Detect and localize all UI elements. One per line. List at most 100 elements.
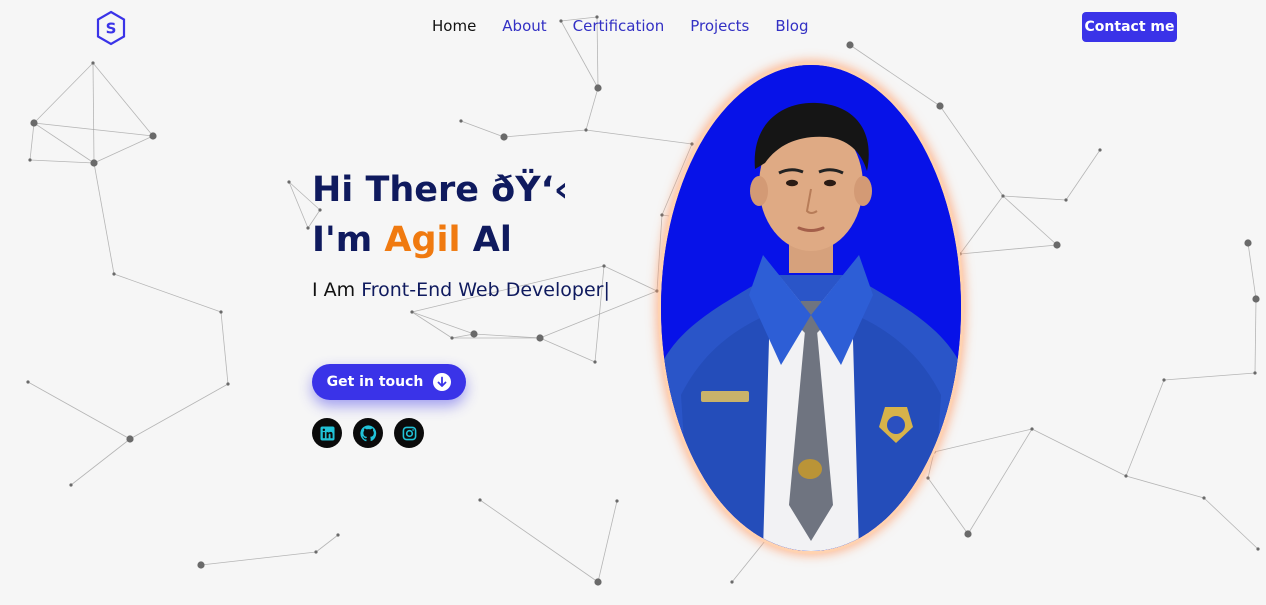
hero-subtitle-prefix: I Am [312,279,362,301]
network-node [1252,295,1260,303]
hero-text: Hi There ðŸ‘‹ I'm Agil Al I Am Front-End… [312,165,610,301]
linkedin-link[interactable] [312,418,342,448]
network-link [460,120,505,138]
network-link [92,62,95,164]
get-in-touch-button[interactable]: Get in touch [312,364,466,400]
network-link [92,62,154,137]
hero-name: I'm Agil Al [312,215,610,265]
network-node [926,476,930,480]
nav-item-projects[interactable]: Projects [690,17,749,35]
network-link [113,273,222,313]
network-link [220,311,229,385]
network-link [539,337,596,363]
network-node [1202,496,1206,500]
instagram-icon [402,426,416,440]
network-node [1256,547,1260,551]
network-link [479,499,599,583]
network-link [27,381,131,440]
network-link [1254,298,1257,374]
network-node [91,61,95,65]
network-link [1125,379,1165,477]
network-link [315,534,339,553]
nav-item-certification[interactable]: Certification [573,17,665,35]
nav-item-blog[interactable]: Blog [775,17,808,35]
hero-greeting: Hi There ðŸ‘‹ [312,170,569,210]
particle-network-background [26,15,1260,586]
network-node [584,128,588,132]
network-node [30,119,38,127]
contact-me-button[interactable]: Contact me [1082,12,1177,42]
network-link [1125,475,1205,499]
network-link [585,129,693,145]
network-link [411,311,475,335]
network-link [603,265,658,292]
network-node [90,159,98,167]
network-node [1162,378,1166,382]
network-link [70,438,131,486]
person-illustration [661,65,961,551]
network-node [964,530,972,538]
hero-subtitle: I Am Front-End Web Developer| [312,279,610,301]
network-link [959,195,1004,255]
network-node [1124,474,1128,478]
network-node [226,382,230,386]
network-node [450,336,454,340]
network-link [1002,195,1058,246]
network-link [1031,428,1127,477]
network-node [149,132,157,140]
linkedin-icon [319,425,335,441]
network-link [1163,372,1256,381]
nav-item-home[interactable]: Home [432,17,476,35]
network-node [936,102,944,110]
github-link[interactable] [353,418,383,448]
network-node [536,334,544,342]
hero-name-highlight: Agil [384,220,461,260]
network-node [730,580,734,584]
network-node [660,213,664,217]
hero-name-prefix: I'm [312,220,385,260]
network-link [29,159,95,164]
profile-photo-frame [658,62,964,554]
network-node [594,578,602,586]
social-links [312,418,424,448]
hero-name-suffix: Al [460,220,512,260]
network-node [594,84,602,92]
network-node [1001,194,1005,198]
network-link [1065,149,1101,201]
navbar: S Home About Certification Projects Blog… [0,0,1266,54]
network-link [29,122,35,161]
network-node [336,533,340,537]
network-link [503,129,587,138]
network-node [593,360,597,364]
network-link [473,333,541,339]
network-link [33,122,95,164]
network-node [690,142,694,146]
network-node [478,498,482,502]
network-node [26,380,30,384]
network-node [1030,427,1034,431]
network-node [28,158,32,162]
network-node [69,483,73,487]
network-node [615,499,619,503]
network-link [129,383,229,440]
network-link [967,428,1033,535]
network-node [287,180,291,184]
github-icon [359,424,376,441]
profile-photo [661,65,961,551]
nav-item-about[interactable]: About [502,17,546,35]
network-node [1244,239,1252,247]
network-link [93,135,154,164]
network-link [959,244,1058,255]
network-node [197,561,205,569]
network-link [288,181,309,229]
instagram-link[interactable] [394,418,424,448]
network-link [33,62,94,124]
network-node [126,435,134,443]
network-link [1203,497,1259,550]
get-in-touch-label: Get in touch [326,374,424,390]
network-node [1098,148,1102,152]
network-link [200,551,317,566]
network-link [927,477,969,535]
hexagon-logo-icon[interactable]: S [95,10,127,46]
network-link [411,311,453,339]
